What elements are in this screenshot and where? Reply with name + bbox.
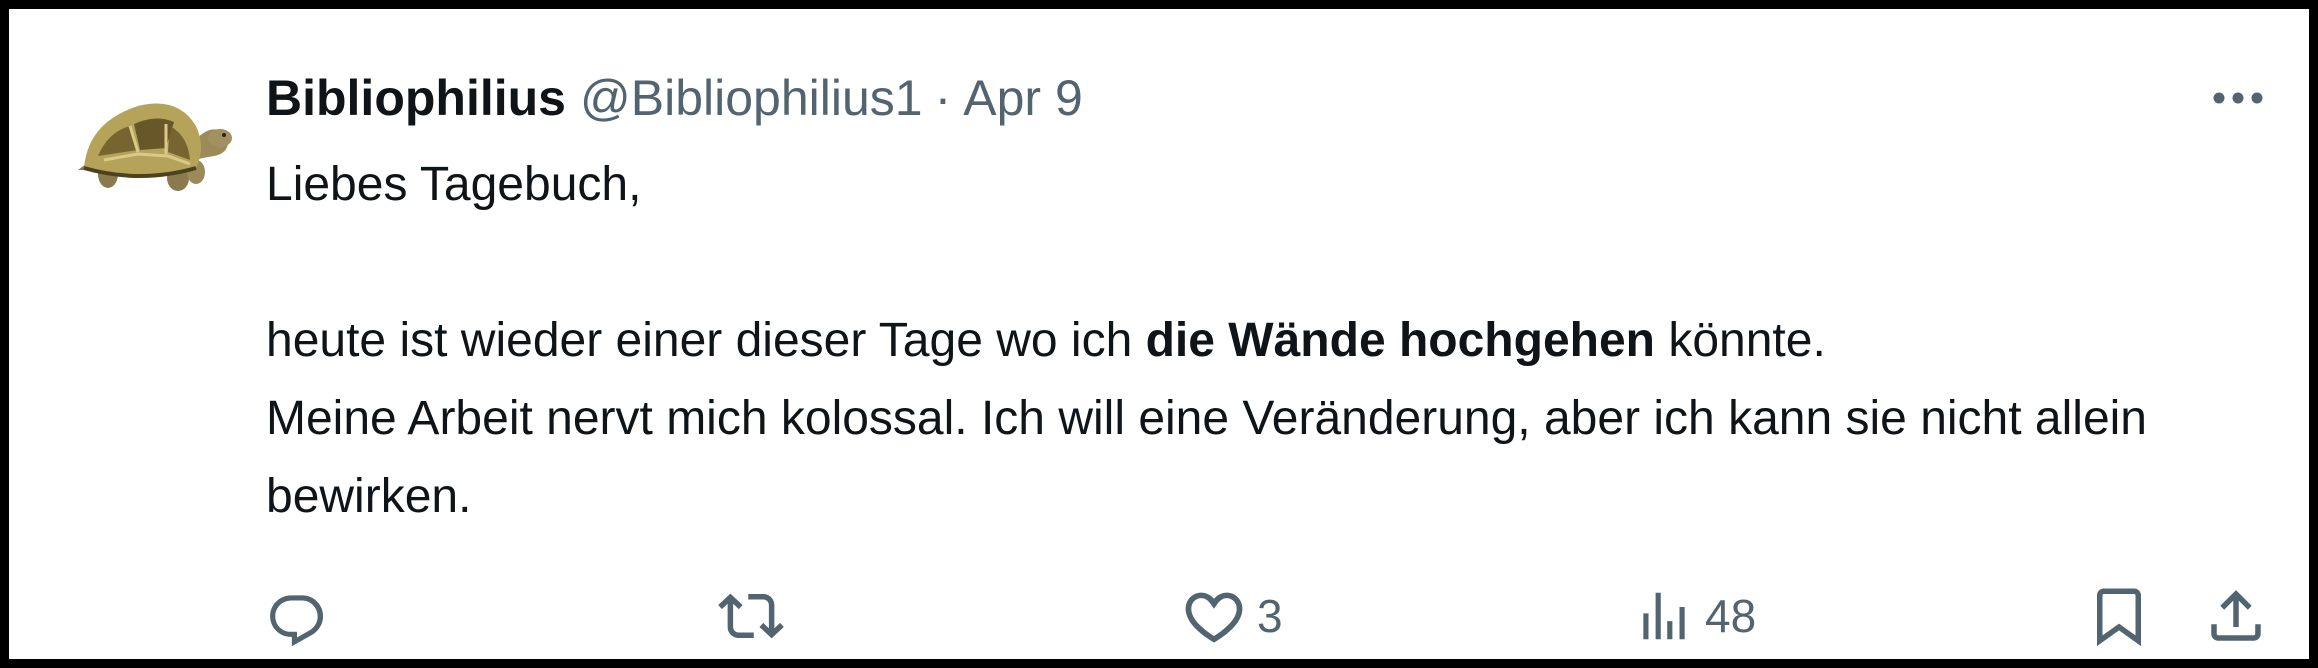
avatar[interactable] [78,86,238,196]
more-icon [2213,92,2263,104]
user-handle[interactable]: @Bibliophilius1 [580,69,923,127]
tweet-text-segment: könnte. [1654,314,1826,367]
tweet-bold-text: die Wände hochgehen [1145,314,1655,367]
tweet-paragraph: heute ist wieder einer dieser Tage wo ic… [266,302,2266,536]
tweet-text-segment: heute ist wieder einer dieser Tage wo ic… [266,314,1146,367]
reply-icon [270,595,324,647]
tortoise-avatar-icon [78,103,232,191]
tweet-date[interactable]: Apr 9 [963,69,1083,127]
heart-icon [1185,592,1243,643]
screenshot-frame: Bibliophilius @Bibliophilius1 · Apr 9 Li… [0,0,2318,668]
retweet-button[interactable] [718,576,784,656]
more-options-button[interactable] [2198,70,2278,126]
retweet-icon [718,593,784,639]
bookmark-icon [2097,588,2141,647]
views-button[interactable]: 48 [1633,576,1756,656]
tweet-text-segment: Meine Arbeit nervt mich kolossal. Ich wi… [266,392,2147,523]
share-icon [2211,590,2261,641]
tweet-greeting: Liebes Tagebuch, [266,158,642,211]
tweet-text: Liebes Tagebuch, heute ist wieder einer … [266,146,2266,536]
display-name[interactable]: Bibliophilius [266,69,566,127]
tweet-card[interactable]: Bibliophilius @Bibliophilius1 · Apr 9 Li… [18,18,2318,668]
tweet-header: Bibliophilius @Bibliophilius1 · Apr 9 [266,66,1083,130]
reply-button[interactable] [266,576,328,656]
bookmark-button[interactable] [2086,576,2152,656]
like-button[interactable]: 3 [1181,576,1283,656]
header-separator: · [934,70,952,126]
views-count: 48 [1705,590,1757,642]
views-icon [1643,592,1685,640]
like-count: 3 [1257,590,1283,642]
share-button[interactable] [2203,576,2269,656]
